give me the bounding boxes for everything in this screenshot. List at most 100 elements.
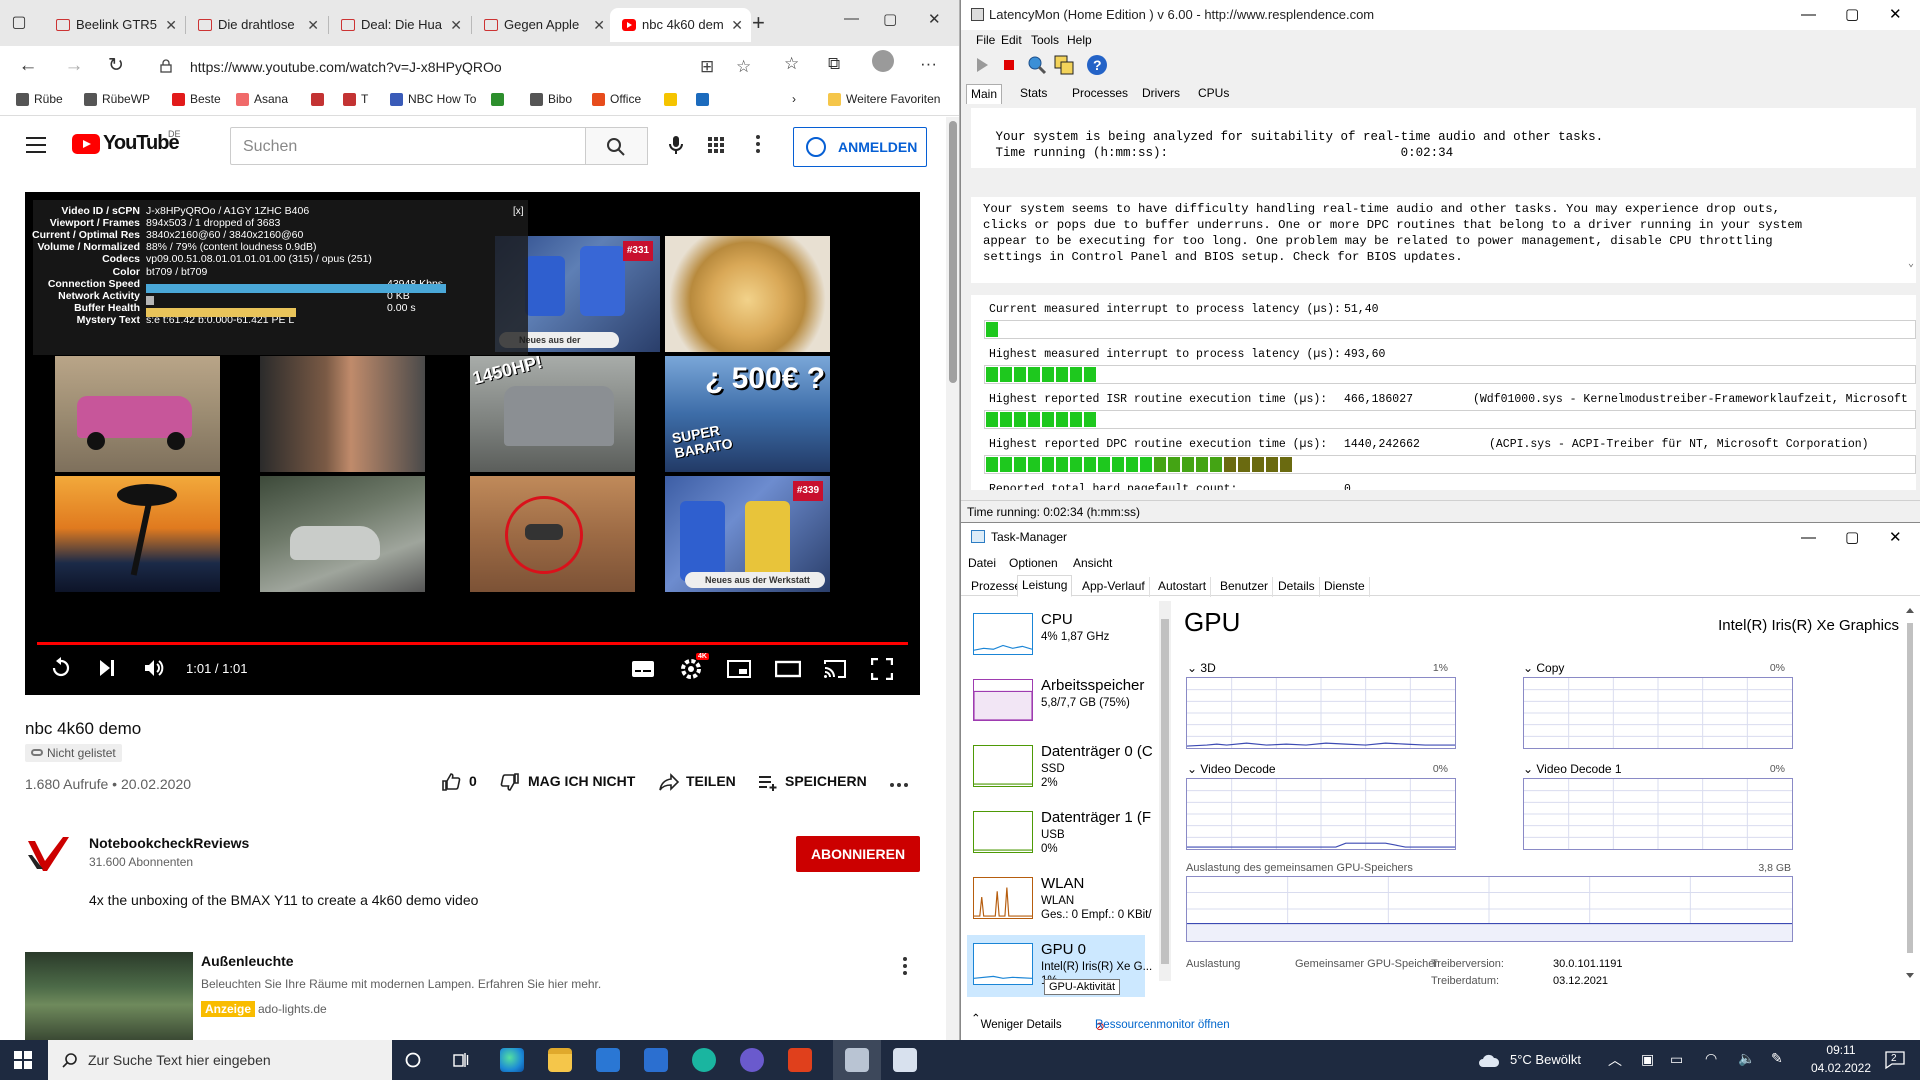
analyze-icon[interactable] — [1026, 54, 1048, 76]
browser-tab-active[interactable]: nbc 4k60 dem ✕ — [610, 8, 751, 42]
dislike-button[interactable]: MAG ICH NICHT — [500, 773, 635, 791]
close-tab-icon[interactable]: ✕ — [593, 8, 605, 42]
favorite-link[interactable]: Asana — [236, 92, 288, 106]
weather-cloud-icon[interactable] — [1478, 1052, 1500, 1068]
perf-item-disk-0[interactable]: Datenträger 0 (C SSD 2% — [967, 737, 1153, 799]
browser-tab[interactable]: Beelink GTR5 ✕ — [44, 8, 185, 42]
menu-optionen[interactable]: Optionen — [1009, 556, 1058, 570]
back-arrow-icon[interactable]: ← — [14, 52, 42, 80]
refresh-icon[interactable]: ↻ — [102, 52, 130, 80]
tab-processes[interactable]: Processes — [1068, 84, 1132, 104]
edge-taskbar-icon[interactable] — [500, 1048, 524, 1072]
close-tab-icon[interactable]: ✕ — [165, 8, 177, 42]
microsoft-store-icon[interactable] — [596, 1048, 620, 1072]
minimize-icon[interactable]: — — [1801, 529, 1816, 546]
office-icon[interactable] — [788, 1048, 812, 1072]
pen-icon[interactable]: ✎ — [1771, 1050, 1783, 1067]
endscreen-thumbnail[interactable]: 1450HP! — [470, 356, 635, 472]
menu-edit[interactable]: Edit — [1001, 33, 1022, 47]
new-tab-icon[interactable]: + — [752, 12, 765, 34]
next-video-icon[interactable] — [97, 658, 117, 678]
apps-grid-icon[interactable] — [708, 137, 724, 153]
tab-drivers[interactable]: Drivers — [1138, 84, 1184, 104]
engine-selector-video-decode[interactable]: ⌄ Video Decode — [1187, 762, 1276, 776]
close-tab-icon[interactable]: ✕ — [307, 8, 319, 42]
subtitles-icon[interactable] — [631, 660, 655, 678]
perf-item-memory[interactable]: Arbeitsspeicher 5,8/7,7 GB (75%) — [967, 671, 1145, 733]
engine-selector-3d[interactable]: ⌄ 3D — [1187, 661, 1216, 675]
favorite-link[interactable]: Bibo — [530, 92, 572, 106]
show-hidden-icons-chevron-icon[interactable]: ︿ — [1608, 1050, 1622, 1070]
close-tab-icon[interactable]: ✕ — [450, 8, 462, 42]
latencymon-taskbar-icon[interactable] — [845, 1048, 869, 1072]
channel-name[interactable]: NotebookcheckReviews — [89, 835, 249, 851]
close-window-icon[interactable]: ✕ — [1889, 528, 1902, 546]
favorite-link[interactable]: Office — [592, 92, 641, 106]
tab-details[interactable]: Details — [1274, 577, 1320, 597]
endscreen-thumbnail[interactable] — [665, 236, 830, 352]
close-tab-icon[interactable]: ✕ — [731, 8, 743, 42]
close-window-icon[interactable]: ✕ — [928, 10, 941, 28]
more-options-icon[interactable] — [756, 135, 760, 155]
profile-avatar[interactable] — [872, 50, 894, 72]
menu-tools[interactable]: Tools — [1031, 33, 1059, 47]
address-bar[interactable]: https://www.youtube.com/watch?v=J-x8HPyQ… — [146, 52, 764, 82]
help-question-icon[interactable]: ? — [1086, 54, 1108, 76]
endscreen-thumbnail[interactable]: #339 Neues aus der Werkstatt — [665, 476, 830, 592]
volume-icon[interactable]: 🔈 — [1738, 1050, 1755, 1067]
browser-tab[interactable]: Deal: Die Hua ✕ — [329, 8, 470, 42]
url-text[interactable]: https://www.youtube.com/watch?v=J-x8HPyQ… — [190, 59, 502, 75]
maximize-icon[interactable]: ▢ — [883, 10, 897, 28]
cortana-icon[interactable] — [405, 1052, 421, 1068]
sign-in-button[interactable]: ANMELDEN — [793, 127, 927, 167]
save-button[interactable]: SPEICHERN — [757, 773, 867, 791]
fullscreen-icon[interactable] — [871, 658, 893, 680]
ad-title[interactable]: Außenleuchte — [201, 953, 294, 969]
weather-text[interactable]: 5°C Bewölkt — [1510, 1052, 1581, 1067]
settings-gear-icon[interactable] — [679, 657, 703, 681]
other-favorites-folder[interactable]: Weitere Favoriten — [828, 92, 940, 106]
fewer-details-button[interactable]: ⌃ Weniger Details — [971, 1011, 1062, 1031]
favorite-link[interactable]: Rübe — [16, 92, 63, 106]
search-button[interactable] — [586, 127, 648, 165]
battery-icon[interactable]: ▭ — [1670, 1051, 1683, 1068]
sidebar-scrollbar[interactable] — [1159, 601, 1171, 981]
more-actions-icon[interactable] — [890, 783, 908, 787]
menu-datei[interactable]: Datei — [968, 556, 996, 570]
clock-date[interactable]: 04.02.2022 — [1806, 1061, 1876, 1075]
ad-domain[interactable]: ado-lights.de — [258, 1002, 327, 1016]
perf-item-wlan[interactable]: WLAN WLAN Ges.: 0 Empf.: 0 KBit/ — [967, 869, 1152, 931]
scrollbar-thumb[interactable] — [949, 121, 957, 383]
menu-ansicht[interactable]: Ansicht — [1073, 556, 1112, 570]
start-play-icon[interactable] — [971, 54, 993, 76]
video-player[interactable]: #331 Neues aus der Werkstatt 1450HP! ¿ 5… — [25, 192, 920, 695]
clock-time[interactable]: 09:11 — [1815, 1043, 1867, 1057]
collections-icon[interactable]: ⧉ — [828, 54, 840, 74]
tab-autostart[interactable]: Autostart — [1154, 577, 1212, 597]
replay-icon[interactable] — [49, 656, 73, 680]
perf-item-disk-1[interactable]: Datenträger 1 (F USB 0% — [967, 803, 1151, 865]
favorite-link[interactable]: Beste — [172, 92, 221, 106]
browser-tab[interactable]: Die drahtlose ✕ — [186, 8, 327, 42]
tab-cpus[interactable]: CPUs — [1194, 84, 1233, 104]
close-window-icon[interactable]: ✕ — [1889, 5, 1902, 23]
progress-bar[interactable] — [37, 642, 908, 645]
tab-app-verlauf[interactable]: App-Verlauf — [1078, 577, 1150, 597]
tab-main[interactable]: Main — [966, 84, 1003, 104]
windows-start-icon[interactable] — [14, 1051, 32, 1069]
volume-icon[interactable] — [143, 658, 165, 678]
taskbar-search-box[interactable]: Zur Suche Text hier eingeben — [48, 1040, 392, 1080]
subscribe-button[interactable]: ABONNIEREN — [796, 836, 920, 872]
miniplayer-icon[interactable] — [727, 660, 751, 678]
endscreen-thumbnail[interactable] — [470, 476, 635, 592]
hamburger-menu-icon[interactable] — [26, 137, 46, 153]
perf-item-cpu[interactable]: CPU 4% 1,87 GHz — [967, 605, 1145, 667]
endscreen-thumbnail[interactable] — [260, 476, 425, 592]
settings-more-icon[interactable]: ··· — [920, 54, 937, 74]
scrollbar-thumb[interactable] — [1161, 619, 1169, 964]
page-scrollbar[interactable] — [946, 117, 959, 1040]
engine-selector-video-decode-1[interactable]: ⌄ Video Decode 1 — [1523, 762, 1622, 776]
scroll-down-icon[interactable]: ⌄ — [1908, 257, 1914, 273]
task-view-icon[interactable] — [452, 1051, 470, 1069]
app-taskbar-icon[interactable] — [692, 1048, 716, 1072]
